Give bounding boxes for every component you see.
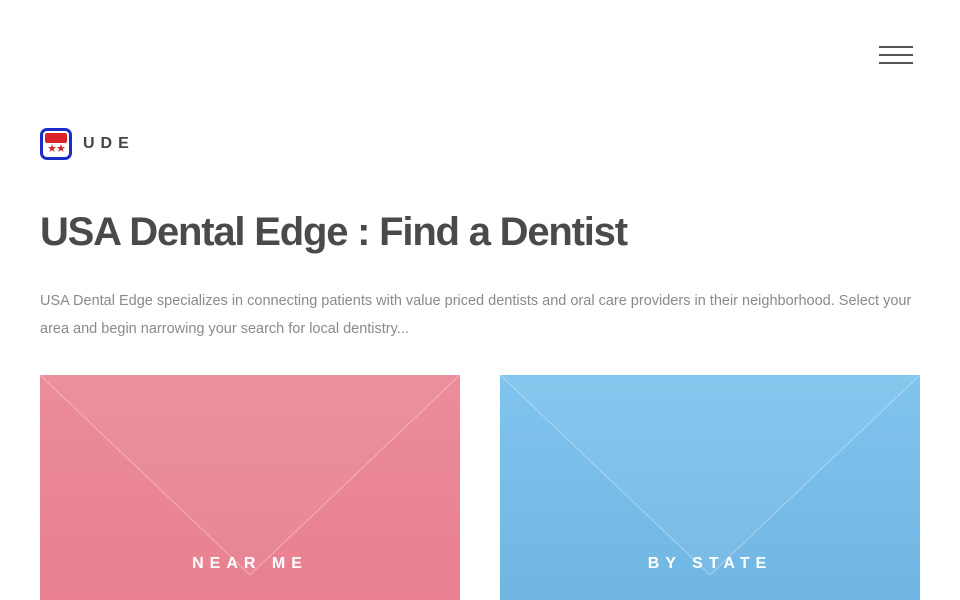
by-state-card[interactable]: BY STATE	[500, 375, 920, 600]
near-me-card[interactable]: NEAR ME	[40, 375, 460, 600]
near-me-label: NEAR ME	[192, 555, 308, 572]
ude-logo-icon[interactable]: ★★	[40, 128, 72, 160]
by-state-label: BY STATE	[647, 555, 773, 572]
page-title: USA Dental Edge : Find a Dentist	[40, 210, 628, 254]
brand-name[interactable]: UDE	[83, 135, 135, 153]
page: ★★ UDE USA Dental Edge : Find a Dentist …	[0, 0, 960, 600]
brand[interactable]: ★★ UDE	[40, 128, 135, 160]
logo-stars-icon: ★★	[47, 143, 66, 155]
menu-line	[879, 62, 913, 64]
hamburger-menu-icon[interactable]	[879, 46, 913, 68]
intro-text: USA Dental Edge specializes in connectin…	[40, 293, 912, 337]
menu-line	[879, 54, 913, 56]
logo-inner: ★★	[43, 131, 69, 157]
menu-line	[879, 46, 913, 48]
